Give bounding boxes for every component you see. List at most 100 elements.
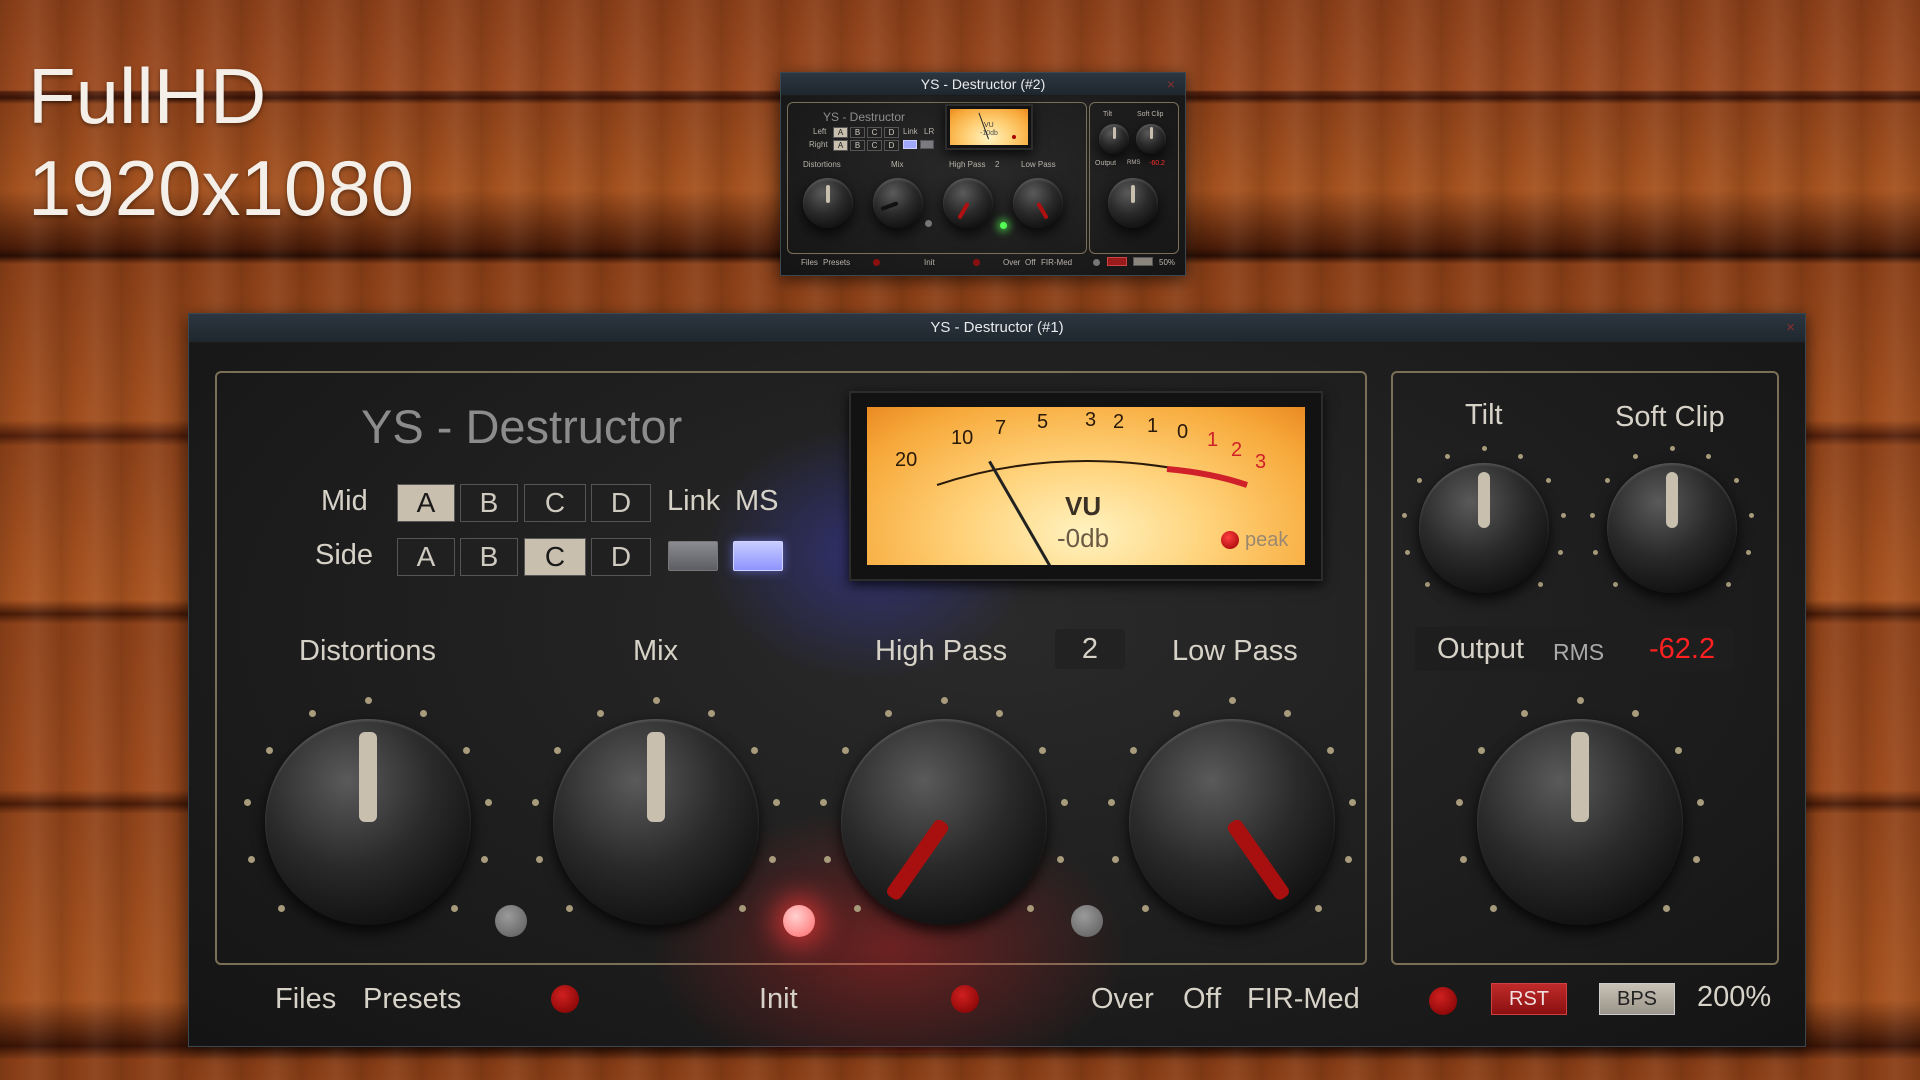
window-1-titlebar[interactable]: YS - Destructor (#1) × <box>189 314 1805 342</box>
ms-toggle[interactable] <box>733 541 783 571</box>
scale-dot <box>566 904 574 912</box>
scale-dot <box>1612 582 1618 588</box>
window-2-init-button[interactable]: Init <box>924 258 935 267</box>
window-2-right-label: Right <box>809 140 828 149</box>
window-2-high-pass-knob[interactable] <box>943 178 993 228</box>
scale-dot <box>278 904 286 912</box>
window-2-link-label: Link <box>903 127 918 136</box>
off-button[interactable]: Off <box>1183 983 1221 1016</box>
low-pass-knob[interactable] <box>1129 719 1335 925</box>
close-icon[interactable]: × <box>1167 73 1175 95</box>
scale-dot <box>1327 746 1335 754</box>
scale-dot <box>707 709 715 717</box>
high-pass-pointer <box>884 817 951 902</box>
output-mode[interactable]: RMS <box>1553 639 1604 666</box>
overlay-line-1: FullHD <box>28 52 267 140</box>
scale-dot <box>1142 904 1150 912</box>
over-label: Over <box>1091 983 1154 1015</box>
tilt-knob[interactable] <box>1419 463 1549 593</box>
mid-button-b[interactable]: B <box>460 484 518 522</box>
distortions-knob[interactable] <box>265 719 471 925</box>
window-2-output-knob[interactable] <box>1108 178 1158 228</box>
bottom-led-2[interactable] <box>951 985 979 1013</box>
mid-button-c[interactable]: C <box>524 484 586 522</box>
window-2-low-pass-knob[interactable] <box>1013 178 1063 228</box>
window-2-tilt-knob[interactable] <box>1099 124 1129 154</box>
close-icon[interactable]: × <box>1786 314 1795 342</box>
window-2-output-mode: RMS <box>1127 160 1141 166</box>
window-2-mix-knob[interactable] <box>873 178 923 228</box>
scale-dot <box>419 709 427 717</box>
window-2-soft-clip-knob[interactable] <box>1136 124 1166 154</box>
window-2-zoom-label[interactable]: 50% <box>1159 258 1175 267</box>
window-2-led-3[interactable] <box>1093 259 1100 266</box>
window-2-right-b[interactable]: B <box>850 140 865 151</box>
overlay-line-2: 1920x1080 <box>28 144 415 232</box>
window-2-vu-label: VU <box>984 122 994 129</box>
window-2-rst-button[interactable] <box>1107 257 1127 266</box>
window-2-green-indicator <box>1000 222 1007 229</box>
window-2-led-2[interactable] <box>973 259 980 266</box>
zoom-button[interactable]: 200% <box>1697 981 1771 1014</box>
window-2-link-toggle[interactable] <box>903 140 917 149</box>
vu-tick-10: 10 <box>951 427 974 449</box>
mid-button-a[interactable]: A <box>397 484 455 522</box>
vu-tick-red-1: 1 <box>1207 429 1219 451</box>
window-2-titlebar[interactable]: YS - Destructor (#2) × <box>781 73 1185 95</box>
window-2-led-1[interactable] <box>873 259 880 266</box>
scale-dot <box>1056 856 1064 864</box>
window-2-vu-meter: VU -10db <box>945 104 1033 150</box>
high-pass-indicator <box>1071 905 1103 937</box>
scale-dot <box>1576 696 1584 704</box>
scale-dot <box>1228 696 1236 704</box>
side-button-c[interactable]: C <box>524 538 586 576</box>
scale-dot <box>1669 445 1675 451</box>
window-2-left-d[interactable]: D <box>884 127 899 138</box>
soft-clip-knob[interactable] <box>1607 463 1737 593</box>
window-2-mix-indicator <box>925 220 932 227</box>
rst-button[interactable]: RST <box>1491 983 1567 1015</box>
output-knob[interactable] <box>1477 719 1683 925</box>
window-2-fir-label[interactable]: FIR-Med <box>1041 258 1072 267</box>
presets-button[interactable]: Presets <box>363 983 461 1016</box>
mix-indicator-red <box>783 905 815 937</box>
mix-pointer <box>647 732 665 822</box>
link-toggle[interactable] <box>668 541 718 571</box>
window-2-lr-toggle[interactable] <box>920 140 934 149</box>
mid-button-d[interactable]: D <box>591 484 651 522</box>
high-pass-knob[interactable] <box>841 719 1047 925</box>
scale-dot <box>1424 582 1430 588</box>
window-2-left-c[interactable]: C <box>867 127 882 138</box>
window-2-label-tilt: Tilt <box>1103 111 1113 118</box>
window-2-left-a[interactable]: A <box>833 127 848 138</box>
scale-dot <box>553 746 561 754</box>
label-tilt: Tilt <box>1465 399 1503 431</box>
vu-tick-red-3: 3 <box>1255 451 1267 473</box>
window-2-distortions-knob[interactable] <box>803 178 853 228</box>
init-button[interactable]: Init <box>759 983 798 1016</box>
side-button-d[interactable]: D <box>591 538 651 576</box>
side-button-b[interactable]: B <box>460 538 518 576</box>
window-2-bps-button[interactable] <box>1133 257 1153 266</box>
window-2-right-d[interactable]: D <box>884 140 899 151</box>
files-button[interactable]: Files <box>275 983 336 1016</box>
window-2-off-label[interactable]: Off <box>1025 258 1036 267</box>
scale-dot <box>652 696 660 704</box>
bps-button[interactable]: BPS <box>1599 983 1675 1015</box>
peak-led <box>1221 531 1239 549</box>
bottom-led-3[interactable] <box>1429 987 1457 1015</box>
window-2-presets-button[interactable]: Presets <box>823 258 850 267</box>
window-2-right-a[interactable]: A <box>833 140 848 151</box>
window-2-files-button[interactable]: Files <box>801 258 818 267</box>
side-button-a[interactable]: A <box>397 538 455 576</box>
window-2-high-pass-value: 2 <box>995 160 1000 169</box>
window-2-right-c[interactable]: C <box>867 140 882 151</box>
scale-dot <box>1631 709 1639 717</box>
mix-knob[interactable] <box>553 719 759 925</box>
window-2-left-b[interactable]: B <box>850 127 865 138</box>
bottom-led-1[interactable] <box>551 985 579 1013</box>
window-2-title: YS - Destructor (#2) <box>920 76 1046 92</box>
fir-med-button[interactable]: FIR-Med <box>1247 983 1360 1016</box>
vu-tick-0: 0 <box>1177 421 1189 443</box>
window-1-title: YS - Destructor (#1) <box>930 319 1064 336</box>
